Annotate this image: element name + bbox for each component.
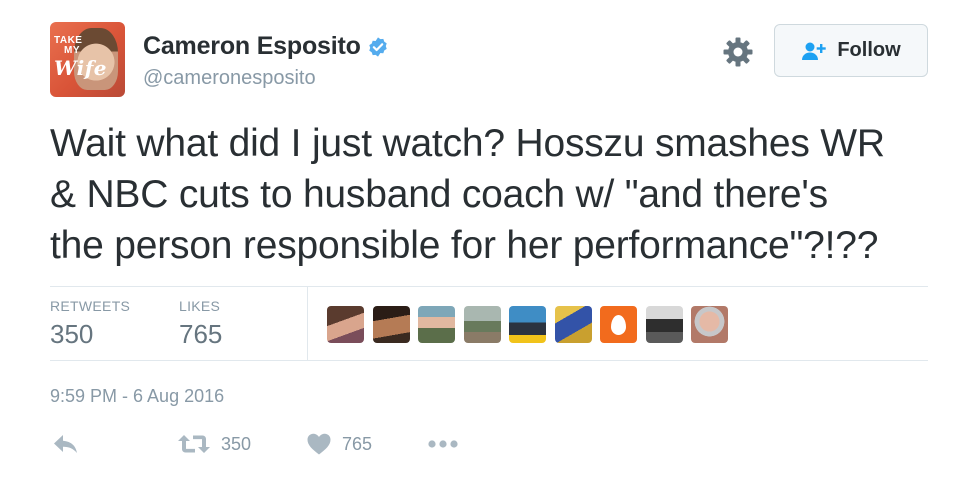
author-name-row: Cameron Esposito [143, 32, 389, 61]
avatar-logo: TAKE MY Wife [54, 36, 108, 80]
liker-avatar[interactable] [418, 306, 455, 343]
likes-label: LIKES [179, 298, 221, 314]
author-avatar[interactable]: TAKE MY Wife [50, 22, 125, 97]
liker-avatar[interactable] [373, 306, 410, 343]
retweets-value: 350 [50, 319, 94, 349]
retweets-stat[interactable]: RETWEETS 350 [50, 298, 130, 350]
liker-avatar[interactable] [646, 306, 683, 343]
stats-divider-bottom [50, 360, 928, 361]
retweet-icon [178, 435, 210, 453]
reply-icon [54, 435, 77, 453]
liker-avatar[interactable] [509, 306, 546, 343]
tweet-text-line: & NBC cuts to husband coach w/ "and ther… [50, 173, 828, 216]
retweets-label: RETWEETS [50, 298, 131, 314]
verified-icon [368, 36, 387, 57]
follow-button[interactable]: Follow [774, 24, 928, 77]
heart-icon [307, 433, 331, 455]
liker-avatar[interactable] [691, 306, 728, 343]
tweet-text-line: the person responsible for her performan… [50, 224, 879, 267]
stats-divider-top [50, 286, 928, 287]
like-count: 765 [342, 433, 373, 454]
tweet-timestamp[interactable]: 9:59 PM - 6 Aug 2016 [50, 386, 224, 407]
avatar-logo-text-wife: Wife [54, 56, 108, 80]
follow-label: Follow [837, 39, 901, 61]
like-button[interactable]: 765 [306, 432, 372, 456]
add-user-icon [802, 42, 827, 60]
likes-value: 765 [179, 319, 223, 349]
author-handle[interactable]: @cameronesposito [143, 67, 316, 90]
liker-avatar[interactable] [555, 306, 592, 343]
more-icon [428, 440, 458, 448]
liker-avatar[interactable] [327, 306, 364, 343]
tweet-text: Wait what did I just watch? Hosszu smash… [50, 118, 940, 271]
gear-icon[interactable] [722, 36, 754, 68]
stats-separator [307, 287, 308, 360]
tweet-text-line: Wait what did I just watch? Hosszu smash… [50, 122, 885, 165]
default-egg-icon [611, 314, 626, 335]
retweet-count: 350 [221, 433, 252, 454]
liker-avatar[interactable] [464, 306, 501, 343]
liker-avatar[interactable] [600, 306, 637, 343]
author-display-name[interactable]: Cameron Esposito [143, 32, 361, 61]
reply-button[interactable] [52, 432, 80, 456]
likes-stat[interactable]: LIKES 765 [179, 298, 222, 350]
more-button[interactable] [427, 432, 461, 456]
retweet-button[interactable]: 350 [177, 432, 251, 456]
avatar-logo-text-my: MY [64, 45, 80, 56]
